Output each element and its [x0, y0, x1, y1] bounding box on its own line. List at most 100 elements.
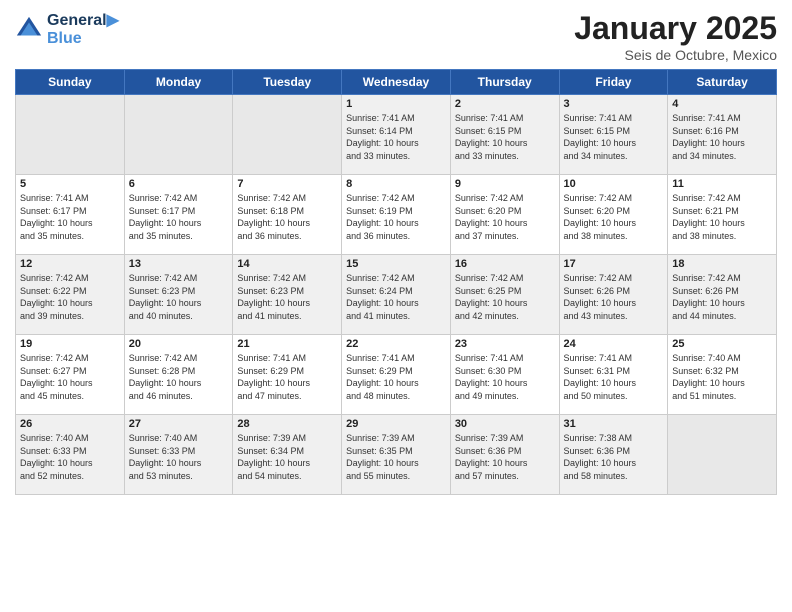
table-row: 13Sunrise: 7:42 AM Sunset: 6:23 PM Dayli…	[124, 255, 233, 335]
table-row: 21 Sunrise: 7:41 AM Sunset: 6:29 PM Dayli…	[233, 335, 342, 415]
day-info: Sunrise: 7:41 AM Sunset: 6:17 PM Dayligh…	[20, 192, 120, 242]
day-info: Sunrise: 7:41 AM Sunset: 6:15 PM Dayligh…	[564, 112, 664, 162]
day-number: 24	[564, 338, 664, 350]
day-info: Sunrise: 7:42 AM Sunset: 6:26 PM Dayligh…	[672, 272, 772, 322]
day-number: 18	[672, 258, 772, 270]
day-info: Sunrise: 7:42 AM Sunset: 6:23 PM Dayligh…	[237, 272, 337, 322]
logo-icon	[15, 15, 43, 43]
day-info: Sunrise: 7:42 AM Sunset: 6:20 PM Dayligh…	[564, 192, 664, 242]
day-number: 2	[455, 98, 555, 110]
table-row: 14 Sunrise: 7:42 AM Sunset: 6:23 PM Dayli…	[233, 255, 342, 335]
day-number: 6	[129, 178, 229, 190]
day-info: Sunrise: 7:42 AM Sunset: 6:25 PM Dayligh…	[455, 272, 555, 322]
day-number: 19	[20, 338, 120, 350]
table-row: 23Sunrise: 7:41 AM Sunset: 6:30 PM Dayli…	[450, 335, 559, 415]
table-row: 6 Sunrise: 7:42 AM Sunset: 6:17 PM Daylig…	[124, 175, 233, 255]
table-row: 27 Sunrise: 7:40 AM Sunset: 6:33 PM Dayli…	[124, 415, 233, 495]
calendar-week-row: 12 Sunrise: 7:42 AM Sunset: 6:22 PM Dayli…	[16, 255, 777, 335]
calendar-container: General▶ Blue January 2025 Seis de Octub…	[0, 0, 792, 612]
table-row: 8 Sunrise: 7:42 AM Sunset: 6:19 PM Daylig…	[342, 175, 451, 255]
table-row: 28 Sunrise: 7:39 AM Sunset: 6:34 PM Dayli…	[233, 415, 342, 495]
day-number: 27	[129, 418, 229, 430]
day-number: 25	[672, 338, 772, 350]
day-info: Sunrise: 7:41 AM Sunset: 6:14 PM Dayligh…	[346, 112, 446, 162]
day-info: Sunrise: 7:40 AM Sunset: 6:33 PM Dayligh…	[129, 432, 229, 482]
day-info: Sunrise: 7:39 AM Sunset: 6:34 PM Dayligh…	[237, 432, 337, 482]
day-info: Sunrise: 7:41 AM Sunset: 6:16 PM Dayligh…	[672, 112, 772, 162]
table-row	[124, 95, 233, 175]
day-info: Sunrise: 7:42 AM Sunset: 6:18 PM Dayligh…	[237, 192, 337, 242]
day-number: 28	[237, 418, 337, 430]
table-row: 30 Sunrise: 7:39 AM Sunset: 6:36 PM Dayli…	[450, 415, 559, 495]
table-row: 18 Sunrise: 7:42 AM Sunset: 6:26 PM Dayli…	[668, 255, 777, 335]
table-row: 26Sunrise: 7:40 AM Sunset: 6:33 PM Dayli…	[16, 415, 125, 495]
day-info: Sunrise: 7:39 AM Sunset: 6:35 PM Dayligh…	[346, 432, 446, 482]
table-row: 3 Sunrise: 7:41 AM Sunset: 6:15 PM Daylig…	[559, 95, 668, 175]
table-row: 1 Sunrise: 7:41 AM Sunset: 6:14 PM Daylig…	[342, 95, 451, 175]
day-info: Sunrise: 7:39 AM Sunset: 6:36 PM Dayligh…	[455, 432, 555, 482]
day-number: 14	[237, 258, 337, 270]
table-row	[668, 415, 777, 495]
col-thursday: Thursday	[450, 70, 559, 95]
calendar-week-row: 1 Sunrise: 7:41 AM Sunset: 6:14 PM Daylig…	[16, 95, 777, 175]
col-wednesday: Wednesday	[342, 70, 451, 95]
day-info: Sunrise: 7:38 AM Sunset: 6:36 PM Dayligh…	[564, 432, 664, 482]
day-number: 21	[237, 338, 337, 350]
day-number: 30	[455, 418, 555, 430]
day-number: 11	[672, 178, 772, 190]
calendar-week-row: 5Sunrise: 7:41 AM Sunset: 6:17 PM Daylig…	[16, 175, 777, 255]
table-row	[16, 95, 125, 175]
day-number: 9	[455, 178, 555, 190]
table-row: 2Sunrise: 7:41 AM Sunset: 6:15 PM Daylig…	[450, 95, 559, 175]
day-info: Sunrise: 7:42 AM Sunset: 6:26 PM Dayligh…	[564, 272, 664, 322]
day-number: 12	[20, 258, 120, 270]
logo: General▶ Blue	[15, 10, 119, 48]
day-number: 20	[129, 338, 229, 350]
table-row: 22Sunrise: 7:41 AM Sunset: 6:29 PM Dayli…	[342, 335, 451, 415]
table-row: 9 Sunrise: 7:42 AM Sunset: 6:20 PM Daylig…	[450, 175, 559, 255]
calendar-title: January 2025	[574, 10, 777, 47]
day-info: Sunrise: 7:41 AM Sunset: 6:30 PM Dayligh…	[455, 352, 555, 402]
col-tuesday: Tuesday	[233, 70, 342, 95]
table-row: 10 Sunrise: 7:42 AM Sunset: 6:20 PM Dayli…	[559, 175, 668, 255]
day-info: Sunrise: 7:42 AM Sunset: 6:19 PM Dayligh…	[346, 192, 446, 242]
col-sunday: Sunday	[16, 70, 125, 95]
day-number: 15	[346, 258, 446, 270]
table-row: 16 Sunrise: 7:42 AM Sunset: 6:25 PM Dayli…	[450, 255, 559, 335]
day-info: Sunrise: 7:42 AM Sunset: 6:17 PM Dayligh…	[129, 192, 229, 242]
day-info: Sunrise: 7:42 AM Sunset: 6:28 PM Dayligh…	[129, 352, 229, 402]
day-number: 29	[346, 418, 446, 430]
day-info: Sunrise: 7:42 AM Sunset: 6:20 PM Dayligh…	[455, 192, 555, 242]
day-info: Sunrise: 7:42 AM Sunset: 6:23 PM Dayligh…	[129, 272, 229, 322]
calendar-subtitle: Seis de Octubre, Mexico	[574, 47, 777, 63]
day-number: 8	[346, 178, 446, 190]
col-monday: Monday	[124, 70, 233, 95]
col-friday: Friday	[559, 70, 668, 95]
day-info: Sunrise: 7:40 AM Sunset: 6:32 PM Dayligh…	[672, 352, 772, 402]
table-row: 24Sunrise: 7:41 AM Sunset: 6:31 PM Dayli…	[559, 335, 668, 415]
day-number: 16	[455, 258, 555, 270]
day-number: 17	[564, 258, 664, 270]
table-row	[233, 95, 342, 175]
day-info: Sunrise: 7:42 AM Sunset: 6:21 PM Dayligh…	[672, 192, 772, 242]
day-info: Sunrise: 7:41 AM Sunset: 6:29 PM Dayligh…	[237, 352, 337, 402]
table-row: 17 Sunrise: 7:42 AM Sunset: 6:26 PM Dayli…	[559, 255, 668, 335]
table-row: 11 Sunrise: 7:42 AM Sunset: 6:21 PM Dayli…	[668, 175, 777, 255]
day-number: 26	[20, 418, 120, 430]
header-row: Sunday Monday Tuesday Wednesday Thursday…	[16, 70, 777, 95]
header: General▶ Blue January 2025 Seis de Octub…	[15, 10, 777, 63]
day-number: 3	[564, 98, 664, 110]
calendar-week-row: 19Sunrise: 7:42 AM Sunset: 6:27 PM Dayli…	[16, 335, 777, 415]
day-number: 22	[346, 338, 446, 350]
day-info: Sunrise: 7:42 AM Sunset: 6:22 PM Dayligh…	[20, 272, 120, 322]
table-row: 29 Sunrise: 7:39 AM Sunset: 6:35 PM Dayli…	[342, 415, 451, 495]
day-number: 10	[564, 178, 664, 190]
day-number: 7	[237, 178, 337, 190]
calendar-week-row: 26 Sunrise: 7:40 AM Sunset: 6:33 PM Dayli…	[16, 415, 777, 495]
logo-text: General▶ Blue	[47, 10, 119, 48]
table-row: 19Sunrise: 7:42 AM Sunset: 6:27 PM Dayli…	[16, 335, 125, 415]
day-number: 1	[346, 98, 446, 110]
table-row: 15Sunrise: 7:42 AM Sunset: 6:24 PM Dayli…	[342, 255, 451, 335]
table-row: 20 Sunrise: 7:42 AM Sunset: 6:28 PM Dayli…	[124, 335, 233, 415]
table-row: 4Sunrise: 7:41 AM Sunset: 6:16 PM Daylig…	[668, 95, 777, 175]
